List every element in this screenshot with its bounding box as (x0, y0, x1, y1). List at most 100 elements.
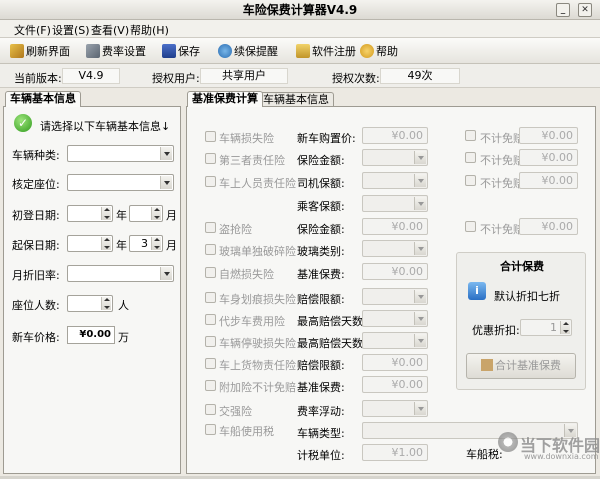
menu-help[interactable]: 帮助(H) (130, 22, 169, 38)
chevron-down-icon (160, 147, 172, 160)
lock-icon (296, 44, 310, 58)
coverage-checkbox[interactable] (205, 424, 216, 435)
chevron-down-icon (414, 334, 426, 347)
seat-people-spinner[interactable] (67, 295, 113, 312)
discount-label: 优惠折扣: (472, 324, 520, 337)
check-icon: ✓ (14, 114, 32, 132)
premium-value-field[interactable]: ¥0.00 (362, 127, 428, 144)
depreciation-select[interactable] (67, 265, 174, 282)
coverage-checkbox[interactable] (205, 244, 216, 255)
coverage-checkbox[interactable] (205, 336, 216, 347)
coverage-label: 第三者责任险 (219, 154, 285, 167)
renewal-reminder-button[interactable]: 续保提醒 (218, 42, 278, 60)
premium-value-field[interactable]: ¥0.00 (362, 263, 428, 280)
vehicle-type-select[interactable] (67, 145, 174, 162)
no-deduct-value-field[interactable]: ¥0.00 (519, 172, 578, 189)
new-price-input[interactable]: ¥0.00 (67, 326, 115, 344)
no-deduct-checkbox[interactable] (465, 221, 476, 232)
no-deduct-checkbox[interactable] (465, 175, 476, 186)
coverage-checkbox[interactable] (205, 131, 216, 142)
year-label: 年 (116, 239, 127, 252)
discount-spinner[interactable]: 1 (520, 319, 572, 336)
premium-field-label: 保险金额: (297, 223, 345, 236)
premium-select[interactable] (362, 288, 428, 305)
toolbar: 刷新界面 费率设置 保存 续保提醒 软件注册 帮助 (0, 38, 600, 64)
premium-select[interactable] (362, 332, 428, 349)
help-icon (360, 44, 374, 58)
premium-field-label: 最高赔偿天数: (297, 337, 367, 350)
premium-select[interactable] (362, 240, 428, 257)
coverage-checkbox[interactable] (205, 267, 216, 278)
watermark-logo-icon (498, 432, 518, 452)
coverage-checkbox[interactable] (205, 358, 216, 369)
prompt-text: 请选择以下车辆基本信息↓ (40, 120, 171, 133)
coverage-label: 车辆停驶损失险 (219, 337, 296, 350)
coverage-checkbox[interactable] (205, 222, 216, 233)
chevron-down-icon (414, 242, 426, 255)
seats-select[interactable] (67, 174, 174, 191)
premium-value-field[interactable]: ¥0.00 (362, 354, 428, 371)
close-button[interactable]: ✕ (578, 3, 592, 17)
new-price-label: 新车价格: (12, 331, 60, 344)
no-deduct-value-field[interactable]: ¥0.00 (519, 149, 578, 166)
menu-settings[interactable]: 设置(S) (52, 22, 90, 38)
tab-vehicle-info-left[interactable]: 车辆基本信息 (5, 91, 81, 107)
premium-field-label: 赔偿限额: (297, 359, 345, 372)
premium-value-field[interactable]: ¥0.00 (362, 376, 428, 393)
premium-field-label: 费率浮动: (297, 405, 345, 418)
no-deduct-label: 不计免赔 (480, 223, 524, 236)
start-month-spinner[interactable]: 3 (129, 235, 163, 252)
no-deduct-checkbox[interactable] (465, 130, 476, 141)
no-deduct-value-field[interactable]: ¥0.00 (519, 218, 578, 235)
no-deduct-value-field[interactable]: ¥0.00 (519, 127, 578, 144)
tab-base-premium[interactable]: 基准保费计算 (187, 91, 263, 107)
coverage-checkbox[interactable] (205, 404, 216, 415)
coverage-label: 车上人员责任险 (219, 177, 296, 190)
refresh-button[interactable]: 刷新界面 (10, 42, 70, 60)
premium-select[interactable] (362, 195, 428, 212)
coverage-checkbox[interactable] (205, 314, 216, 325)
first-reg-month-spinner[interactable] (129, 205, 163, 222)
premium-select[interactable] (362, 310, 428, 327)
premium-select[interactable] (362, 172, 428, 189)
total-title: 合计保费 (500, 260, 544, 273)
menu-view[interactable]: 查看(V) (91, 22, 129, 38)
premium-value-field[interactable]: ¥1.00 (362, 444, 428, 461)
coverage-checkbox[interactable] (205, 292, 216, 303)
depreciation-label: 月折旧率: (12, 269, 60, 282)
coverage-checkbox[interactable] (205, 153, 216, 164)
register-button[interactable]: 软件注册 (296, 42, 356, 60)
total-premium-button[interactable]: 合计基准保费 (466, 353, 576, 379)
help-button[interactable]: 帮助 (360, 42, 398, 60)
premium-select[interactable] (362, 400, 428, 417)
coverage-label: 代步车费用险 (219, 315, 285, 328)
minimize-button[interactable]: _ (556, 3, 570, 17)
rate-settings-button[interactable]: 费率设置 (86, 42, 146, 60)
seat-people-label: 座位人数: (12, 299, 60, 312)
premium-field-label: 乘客保额: (297, 200, 345, 213)
coverage-label: 附加险不计免赔 (219, 381, 296, 394)
premium-field-label: 司机保额: (297, 177, 345, 190)
coverage-checkbox[interactable] (205, 380, 216, 391)
coverage-checkbox[interactable] (205, 176, 216, 187)
menu-file[interactable]: 文件(F) (14, 22, 51, 38)
premium-field-label: 玻璃类别: (297, 245, 345, 258)
no-deduct-checkbox[interactable] (465, 152, 476, 163)
premium-select[interactable] (362, 149, 428, 166)
first-reg-year-spinner[interactable] (67, 205, 113, 222)
no-deduct-label: 不计免赔 (480, 154, 524, 167)
count-value: 49次 (380, 68, 460, 84)
month-label: 月 (166, 209, 177, 222)
premium-value-field[interactable]: ¥0.00 (362, 218, 428, 235)
coverage-label: 车辆损失险 (219, 132, 274, 145)
brush-icon (10, 44, 24, 58)
coverage-label: 盗抢险 (219, 223, 252, 236)
chevron-down-icon (414, 174, 426, 187)
user-label: 授权用户: (152, 72, 200, 85)
premium-field-label: 基准保费: (297, 381, 345, 394)
user-value: 共享用户 (200, 68, 288, 84)
save-button[interactable]: 保存 (162, 42, 200, 60)
start-year-spinner[interactable] (67, 235, 113, 252)
premium-field-label: 计税单位: (297, 449, 345, 462)
seats-label: 核定座位: (12, 178, 60, 191)
